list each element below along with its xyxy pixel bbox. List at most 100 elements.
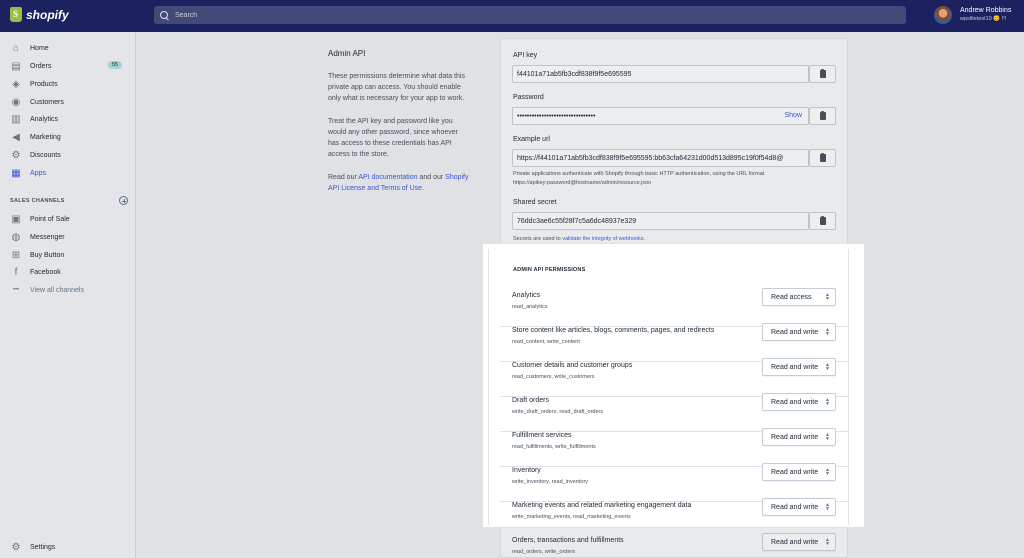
sidebar-item-label: Marketing [30,133,61,141]
permission-row-orders: Orders, transactions and fulfillments re… [500,533,848,558]
sidebar-item-view-all-channels[interactable]: ••• View all channels [10,282,128,298]
megaphone-icon: ◀ [12,131,20,143]
clipboard-icon [819,215,826,225]
sidebar-item-products[interactable]: ◈ Products [10,76,128,92]
example-url-label: Example url [513,136,550,143]
permissions-description: These permissions determine what data th… [328,73,465,102]
docs-text: and our [417,174,446,181]
orders-icon: ▤ [11,60,21,72]
validate-webhooks-link[interactable]: validate the integrity of webhooks [562,236,643,242]
store-icon: ▣ [11,213,21,225]
sidebar-item-label: Messenger [30,233,65,241]
sidebar-item-label: Buy Button [30,251,65,259]
search-bar[interactable] [154,6,906,24]
permission-access-value: Read and write [771,398,819,406]
sidebar-item-orders[interactable]: ▤ Orders 55 [10,58,128,74]
permission-access-select[interactable]: Read and write ▲ ▼ [762,358,836,376]
password-label: Password [513,94,544,101]
sidebar-item-analytics[interactable]: ▥ Analytics [10,111,128,127]
sidebar-item-buy-button[interactable]: ⊞ Buy Button [10,247,128,263]
cart-icon: ⊞ [11,249,21,261]
store-name: wpslitetest10 😊 !!! [960,16,1007,22]
tag-icon: ◈ [12,78,20,90]
sidebar-item-label: Home [30,44,49,52]
facebook-icon: f [14,266,18,278]
person-icon: ◉ [11,96,21,108]
copy-api-key-button[interactable] [809,65,836,83]
permission-access-value: Read and write [771,328,819,336]
permission-name: Draft orders [512,397,549,404]
permission-access-select[interactable]: Read and write ▲ ▼ [762,533,836,551]
gear-icon: ⚙ [11,541,21,553]
sidebar-item-discounts[interactable]: ⚙ Discounts [10,147,128,163]
sidebar-item-apps[interactable]: ▦ Apps [10,165,128,181]
shared-secret-label: Shared secret [513,199,557,206]
permission-access-value: Read and write [771,538,819,546]
sidebar: ⌂ Home ▤ Orders 55 ◈ Products ◉ Customer… [0,32,136,558]
select-arrows-icon: ▲ ▼ [825,432,830,442]
password-value: •••••••••••••••••••••••••••••••• [517,112,596,120]
api-key-field[interactable]: f44101a71ab5fb3cdf838f9f5e695595 [512,65,809,83]
permissions-heading: ADMIN API PERMISSIONS [513,267,586,273]
permission-access-select[interactable]: Read and write ▲ ▼ [762,463,836,481]
section-title: Admin API [328,49,366,58]
api-documentation-link[interactable]: API documentation [358,174,417,181]
clipboard-icon [819,110,826,120]
permission-scope: read_fulfillments, write_fulfillments [512,444,596,450]
sidebar-item-facebook[interactable]: f Facebook [10,264,128,280]
orders-count-badge: 55 [107,61,122,69]
permission-scope: read_orders, write_orders [512,549,575,555]
sales-channels-heading: SALES CHANNELS [10,196,128,205]
select-arrows-icon: ▲ ▼ [825,397,830,407]
password-field[interactable]: •••••••••••••••••••••••••••••••• Show [512,107,809,125]
copy-shared-secret-button[interactable] [809,212,836,230]
sidebar-item-point-of-sale[interactable]: ▣ Point of Sale [10,211,128,227]
sidebar-item-label: Discounts [30,151,61,159]
example-url-format: https://apikey:password@hostname/admin/r… [513,180,652,186]
sidebar-item-settings[interactable]: ⚙ Settings [10,539,128,555]
permission-name: Inventory [512,467,541,474]
api-key-label: API key [513,52,538,59]
example-url-field[interactable]: https://f44101a71ab5fb3cdf838f9f5e695595… [512,149,809,167]
shared-secret-field[interactable]: 76ddc3ae6c55f28f7c5a6dc48937e329 [512,212,809,230]
permission-scope: write_inventory, read_inventory [512,479,589,485]
add-channel-icon[interactable] [119,196,128,205]
more-icon: ••• [12,287,20,293]
permission-access-select[interactable]: Read access ▲ ▼ [762,288,836,306]
show-password-link[interactable]: Show [784,112,802,119]
permission-row-analytics: Analytics read_analytics Read access ▲ ▼ [500,288,848,327]
permission-access-select[interactable]: Read and write ▲ ▼ [762,393,836,411]
shopify-bag-icon [10,7,22,22]
select-arrows-icon: ▲ ▼ [825,327,830,337]
permission-name: Store content like articles, blogs, comm… [512,327,715,334]
sidebar-item-label: View all channels [30,286,84,294]
home-icon: ⌂ [12,42,20,54]
sidebar-item-customers[interactable]: ◉ Customers [10,94,128,110]
permission-name: Customer details and customer groups [512,362,633,369]
sidebar-item-label: Analytics [30,115,59,123]
copy-example-url-button[interactable] [809,149,836,167]
select-arrows-icon: ▲ ▼ [825,467,830,477]
permission-row-inventory: Inventory write_inventory, read_inventor… [500,463,848,502]
copy-password-button[interactable] [809,107,836,125]
permission-access-select[interactable]: Read and write ▲ ▼ [762,428,836,446]
sidebar-item-label: Customers [30,98,64,106]
permission-access-select[interactable]: Read and write ▲ ▼ [762,498,836,516]
permission-access-value: Read and write [771,503,819,511]
search-icon [160,10,169,20]
shopify-logo[interactable]: shopify [10,7,69,22]
search-input[interactable] [175,11,875,19]
docs-text: Read our [328,174,359,181]
sidebar-item-marketing[interactable]: ◀ Marketing [10,129,128,145]
sidebar-item-messenger[interactable]: ◍ Messenger [10,229,128,245]
sidebar-item-home[interactable]: ⌂ Home [10,40,128,56]
example-url-help-text: Private applications authenticate with S… [513,171,765,177]
permission-scope: write_marketing_events, read_marketing_e… [512,514,631,520]
permission-access-select[interactable]: Read and write ▲ ▼ [762,323,836,341]
docs-paragraph: Read our API documentation and our Shopi… [328,172,470,194]
discount-icon: ⚙ [11,149,21,161]
secret-help-text: Secrets are used to [513,236,563,242]
permission-access-value: Read and write [771,433,819,441]
user-menu[interactable]: Andrew Robbins wpslitetest10 😊 !!! [934,6,1011,24]
permission-row-fulfillment-services: Fulfillment services read_fulfillments, … [500,428,848,467]
